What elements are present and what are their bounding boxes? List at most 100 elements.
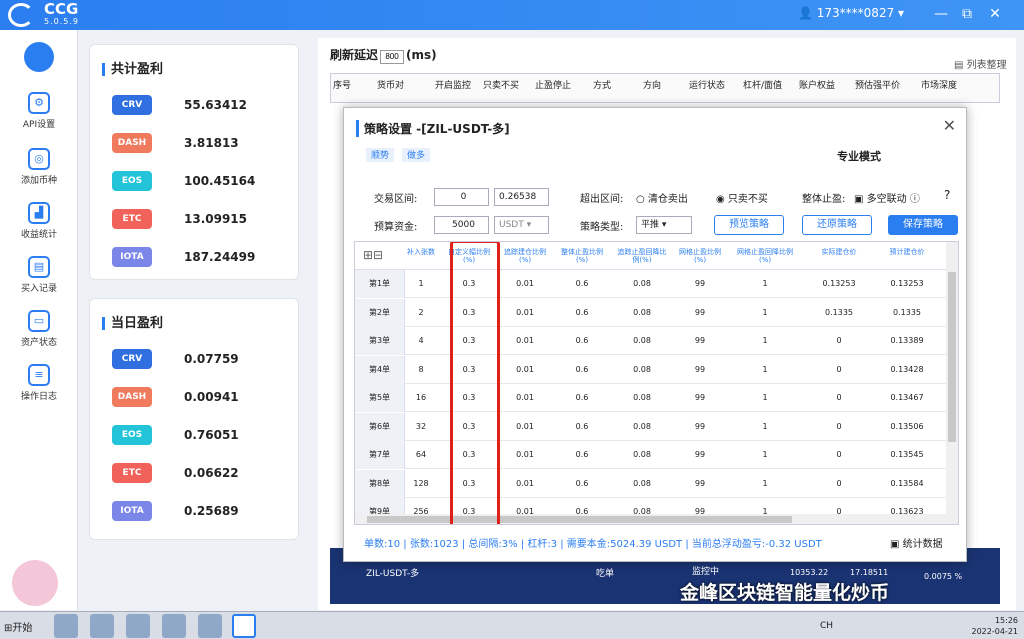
sell-only-radio[interactable]: ◉ 只卖不买 [716,190,768,205]
grid-cell-trackTp[interactable]: 0.08 [619,336,665,345]
currency-select[interactable]: USDT ▾ [494,216,549,234]
sidebar-item-2[interactable]: ▟ 收益统计 [0,202,78,240]
grid-cell-amount[interactable]: 2 [407,308,435,317]
grid-cell-gridBack[interactable]: 1 [739,365,791,374]
grid-cell-expected[interactable]: 0.1335 [879,308,935,317]
stats-checkbox[interactable]: ▣ 统计数据 [890,535,943,550]
close-window-icon[interactable]: ✕ [984,3,1006,25]
refresh-input[interactable] [380,49,405,64]
grid-cell-expected[interactable]: 0.13584 [879,479,935,488]
sidebar-item-4[interactable]: ▭ 资产状态 [0,310,78,348]
list-manage-button[interactable]: ▤ 列表整理 [954,56,1007,71]
grid-cell-trackTp[interactable]: 0.08 [619,393,665,402]
grid-cell-gridBack[interactable]: 1 [739,422,791,431]
grid-cell-gridBack[interactable]: 1 [739,336,791,345]
grid-cell-amount[interactable]: 64 [407,450,435,459]
grid-cell-grid[interactable]: 99 [679,393,721,402]
range-to-input[interactable]: 0.26538 [494,188,549,206]
grid-cell-amount[interactable]: 8 [407,365,435,374]
taskbar-app2-icon[interactable] [198,614,222,638]
grid-cell-tp[interactable]: 0.6 [559,279,605,288]
grid-cell-track[interactable]: 0.01 [505,279,545,288]
grid-cell-tp[interactable]: 0.6 [559,422,605,431]
grid-cell-gridBack[interactable]: 1 [739,393,791,402]
taskbar-ccg-icon[interactable] [232,614,256,638]
grid-cell-gridBack[interactable]: 1 [739,279,791,288]
grid-cell-trackTp[interactable]: 0.08 [619,450,665,459]
grid-cell-amount[interactable]: 4 [407,336,435,345]
clear-radio[interactable]: ○ 清仓卖出 [636,190,688,205]
grid-cell-grid[interactable]: 99 [679,479,721,488]
scroll-thumb[interactable] [367,516,792,523]
grid-cell-trackTp[interactable]: 0.08 [619,422,665,431]
sidebar-item-0[interactable]: ⚙ API设置 [0,92,78,130]
taskbar-powershell-icon[interactable] [90,614,114,638]
long-short-checkbox[interactable]: ▣ 多空联动 ⓘ [854,190,920,205]
grid-cell-grid[interactable]: 99 [679,422,721,431]
grid-cell-expected[interactable]: 0.13506 [879,422,935,431]
grid-cell-actual[interactable]: 0 [811,365,867,374]
grid-cell-gridBack[interactable]: 1 [739,479,791,488]
grid-cell-actual[interactable]: 0 [811,422,867,431]
grid-cell-grid[interactable]: 99 [679,308,721,317]
maximize-icon[interactable]: ⧉ [956,3,978,25]
help-icon[interactable]: ? [944,188,950,202]
grid-cell-track[interactable]: 0.01 [505,393,545,402]
grid-cell-track[interactable]: 0.01 [505,450,545,459]
grid-cell-amount[interactable]: 16 [407,393,435,402]
grid-cell-trackTp[interactable]: 0.08 [619,365,665,374]
grid-cell-grid[interactable]: 99 [679,365,721,374]
grid-cell-tp[interactable]: 0.6 [559,365,605,374]
grid-cell-expected[interactable]: 0.13545 [879,450,935,459]
horizontal-scrollbar[interactable] [355,514,946,524]
minimize-icon[interactable]: — [930,3,952,25]
grid-cell-actual[interactable]: 0 [811,479,867,488]
grid-cell-tp[interactable]: 0.6 [559,479,605,488]
budget-input[interactable]: 5000 [434,216,489,234]
grid-cell-track[interactable]: 0.01 [505,336,545,345]
restore-strategy-button[interactable]: 还原策略 [802,215,872,235]
grid-cell-tp[interactable]: 0.6 [559,450,605,459]
grid-cell-actual[interactable]: 0.1335 [811,308,867,317]
grid-cell-actual[interactable]: 0 [811,450,867,459]
grid-cell-grid[interactable]: 99 [679,336,721,345]
grid-cell-gridBack[interactable]: 1 [739,308,791,317]
grid-cell-track[interactable]: 0.01 [505,422,545,431]
grid-cell-tp[interactable]: 0.6 [559,393,605,402]
save-strategy-button[interactable]: 保存策略 [888,215,958,235]
grid-cell-expected[interactable]: 0.13389 [879,336,935,345]
grid-cell-expected[interactable]: 0.13253 [879,279,935,288]
tag-trend[interactable]: 顺势 [366,148,395,162]
strategy-type-select[interactable]: 平推 ▾ [636,216,692,234]
range-from-input[interactable]: 0 [434,188,489,206]
grid-cell-amount[interactable]: 32 [407,422,435,431]
vertical-scrollbar[interactable] [946,242,958,524]
taskbar-folder-icon[interactable] [126,614,150,638]
grid-cell-expected[interactable]: 0.13428 [879,365,935,374]
grid-cell-gridBack[interactable]: 1 [739,450,791,459]
grid-cell-tp[interactable]: 0.6 [559,308,605,317]
taskbar-app-icon[interactable] [162,614,186,638]
tray-lang[interactable]: CH [820,621,833,631]
grid-cell-trackTp[interactable]: 0.08 [619,279,665,288]
grid-cell-actual[interactable]: 0 [811,336,867,345]
grid-cell-tp[interactable]: 0.6 [559,336,605,345]
pro-mode[interactable]: 专业模式 [837,148,881,164]
grid-cell-trackTp[interactable]: 0.08 [619,479,665,488]
close-icon[interactable]: ✕ [943,116,956,135]
taskbar-network-icon[interactable] [54,614,78,638]
sidebar-item-1[interactable]: ◎ 添加币种 [0,148,78,186]
user-account[interactable]: 👤 173****0827 ▾ [798,6,904,20]
grid-cell-track[interactable]: 0.01 [505,365,545,374]
preview-strategy-button[interactable]: 预览策略 [714,215,784,235]
start-button[interactable]: ⊞开始 [4,619,32,634]
grid-cell-amount[interactable]: 1 [407,279,435,288]
grid-cell-grid[interactable]: 99 [679,279,721,288]
grid-cell-amount[interactable]: 128 [407,479,435,488]
grid-cell-actual[interactable]: 0.13253 [811,279,867,288]
sidebar-item-5[interactable]: ≡ 操作日志 [0,364,78,402]
grid-cell-track[interactable]: 0.01 [505,479,545,488]
grid-cell-expected[interactable]: 0.13467 [879,393,935,402]
grid-cell-actual[interactable]: 0 [811,393,867,402]
scroll-thumb[interactable] [948,272,956,442]
